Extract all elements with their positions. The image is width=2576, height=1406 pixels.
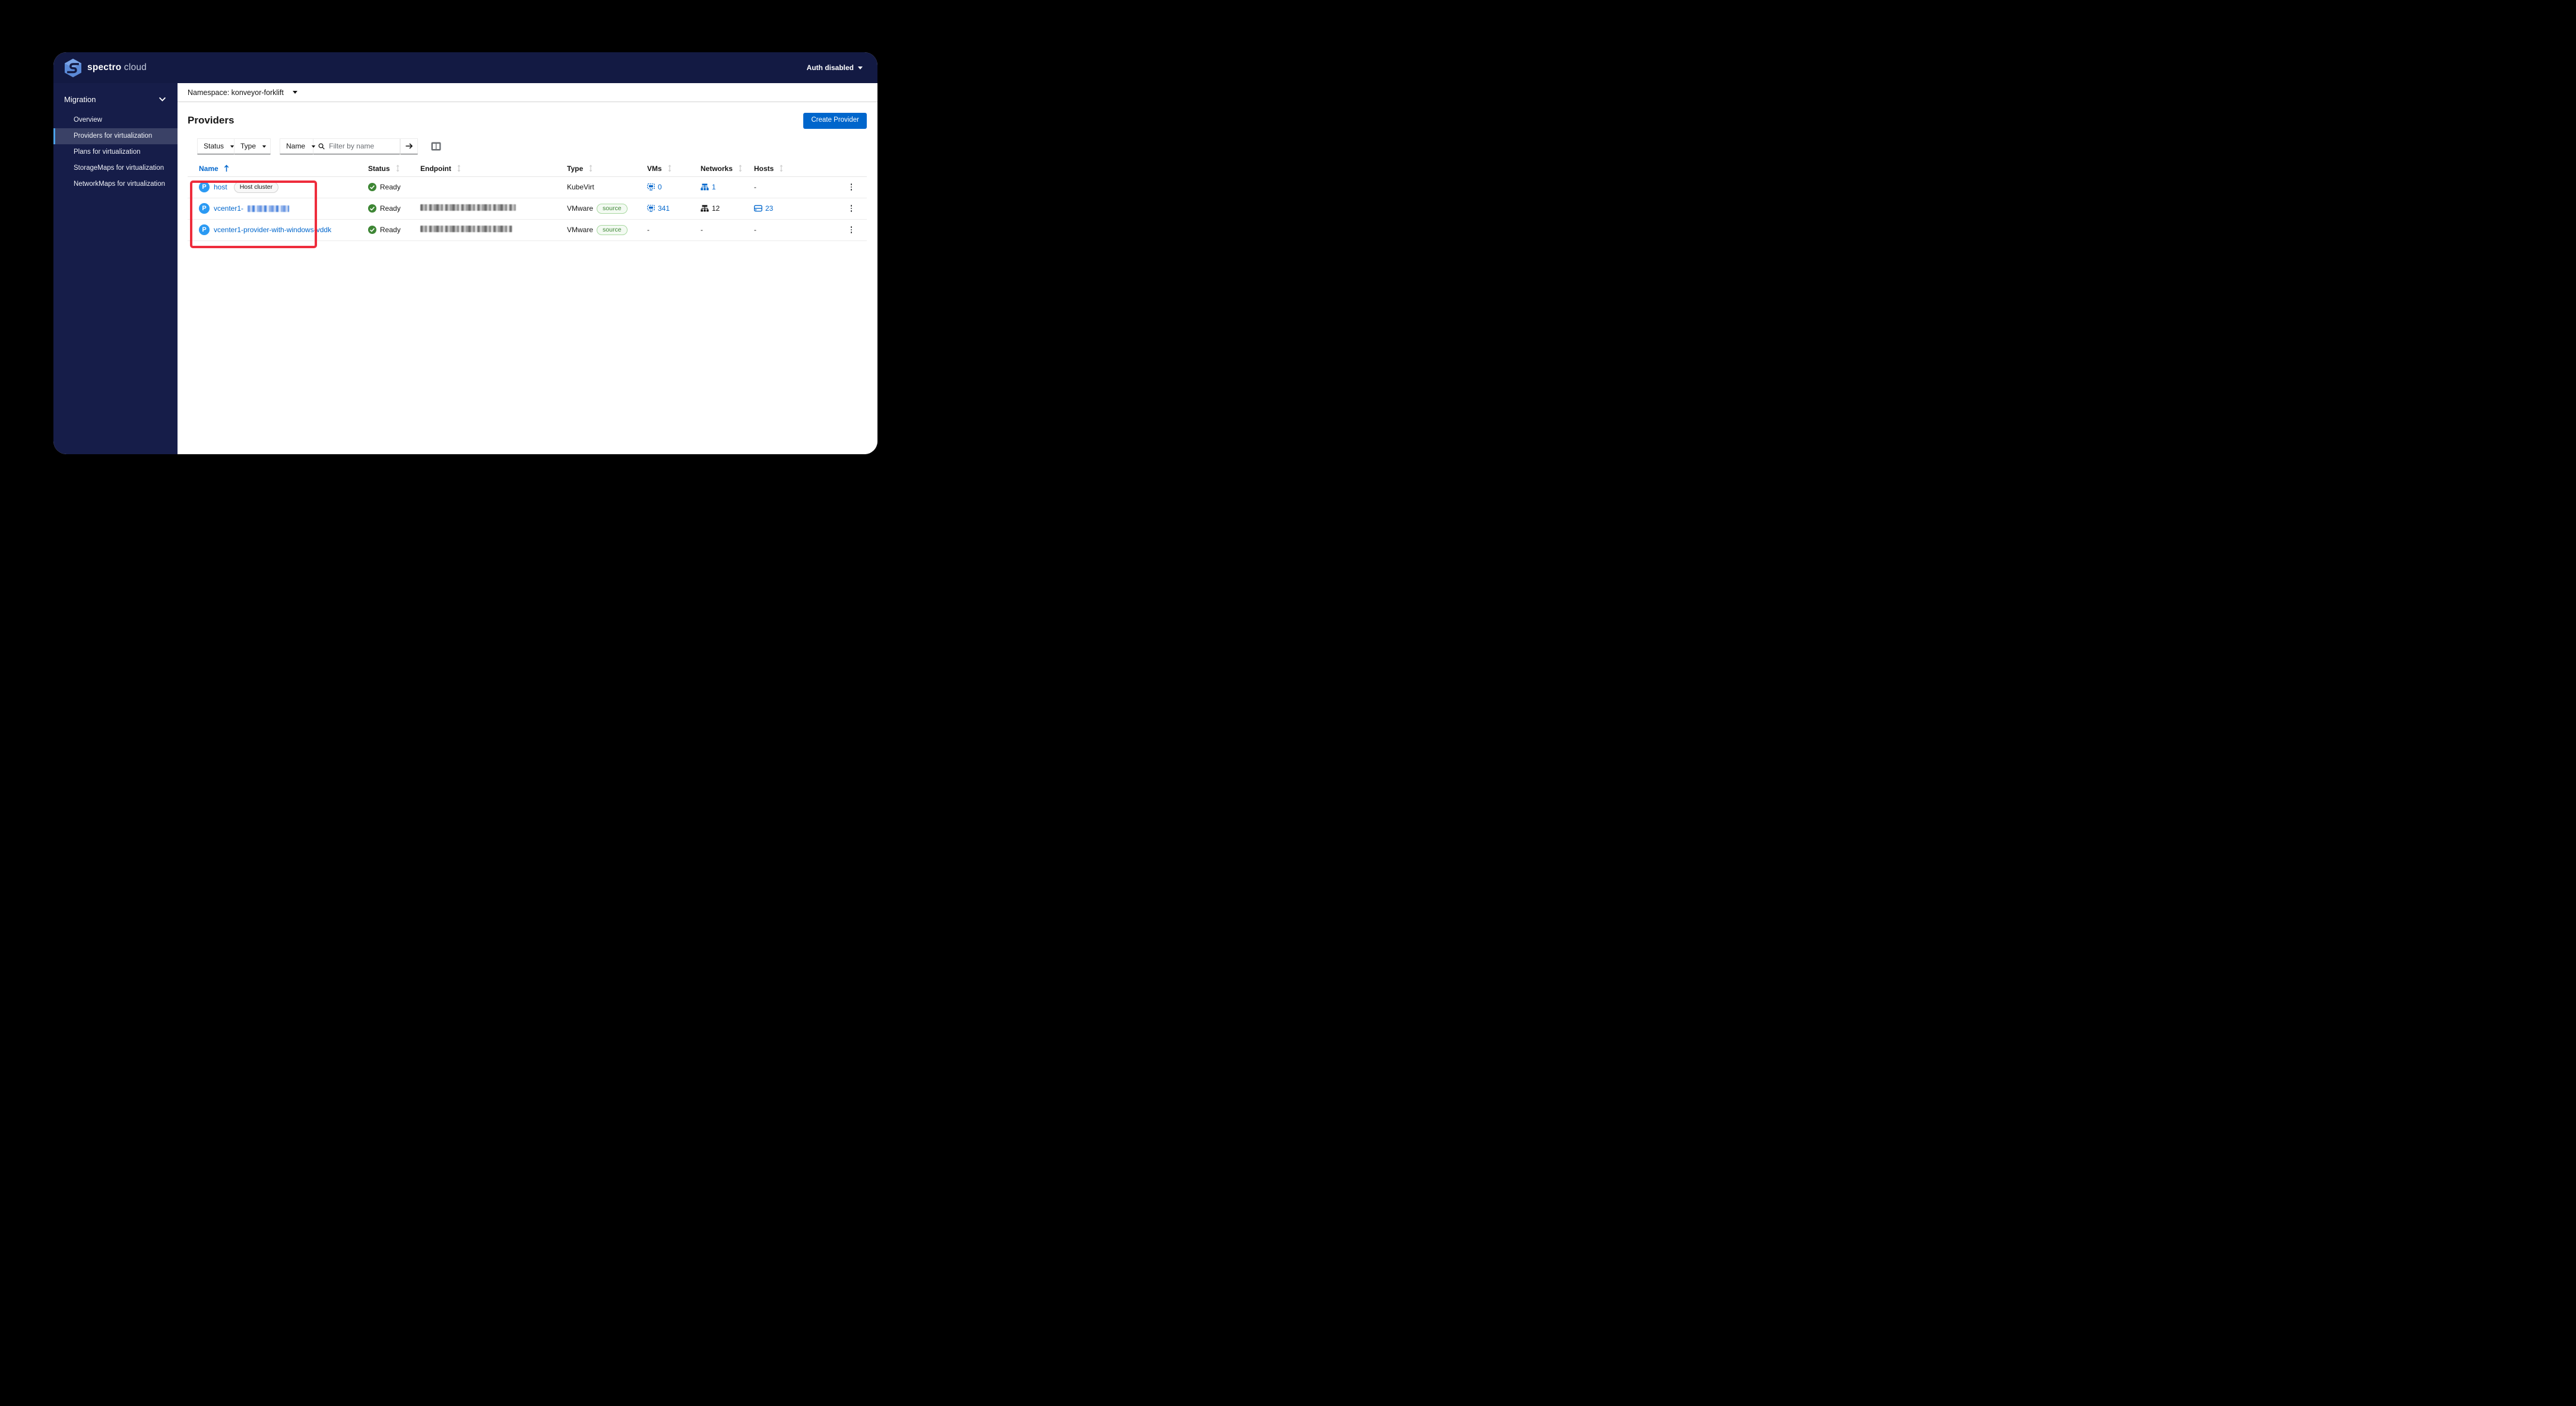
brand-logo: spectro cloud [64, 58, 147, 78]
provider-name-link[interactable]: vcenter1-provider-with-windows-vddk [214, 226, 331, 234]
check-circle-icon [368, 226, 376, 234]
hosts-count-link[interactable]: 23 [754, 204, 847, 213]
filter-toolbar: Status Type Name [197, 138, 877, 154]
status-cell: Ready [368, 204, 420, 213]
networks-count: 12 [701, 204, 754, 213]
sidebar-nav: Migration Overview Providers for virtual… [53, 83, 178, 454]
sidebar-item-plans[interactable]: Plans for virtualization [53, 144, 178, 160]
provider-icon: P [199, 224, 210, 235]
column-header-status[interactable]: Status [368, 164, 420, 173]
brand-name: spectro cloud [87, 62, 147, 72]
top-bar: spectro cloud Auth disabled [53, 52, 877, 83]
sort-both-icon [457, 164, 461, 172]
namespace-label: Namespace: konveyor-forklift [188, 88, 284, 97]
type-cell: KubeVirt [567, 183, 594, 191]
networks-cell: - [701, 226, 703, 234]
row-actions-kebab[interactable] [847, 226, 856, 234]
table-header-row: Name Status Endpoint Type VMs Networks H… [188, 164, 867, 177]
spectro-cloud-logo-icon [64, 58, 82, 77]
source-badge: source [597, 203, 628, 214]
redacted-endpoint-blur [420, 226, 512, 232]
vms-count-link[interactable]: 0 [647, 183, 701, 191]
sort-both-icon [668, 164, 671, 172]
sort-both-icon [780, 164, 783, 172]
type-filter-dropdown[interactable]: Type [235, 138, 271, 154]
networks-count-link[interactable]: 1 [701, 183, 754, 191]
column-header-networks[interactable]: Networks [701, 164, 754, 173]
manage-columns-button[interactable] [431, 142, 441, 151]
sort-both-icon [739, 164, 742, 172]
name-search-field [313, 138, 400, 154]
providers-table: Name Status Endpoint Type VMs Networks H… [188, 164, 867, 241]
name-filter-dropdown[interactable]: Name [280, 138, 316, 154]
app-window: spectro cloud Auth disabled Migration Ov… [53, 52, 877, 454]
virtual-machine-icon [647, 205, 655, 212]
chevron-down-icon [858, 66, 863, 72]
check-circle-icon [368, 204, 376, 213]
sidebar-item-storagemaps[interactable]: StorageMaps for virtualization [53, 160, 178, 176]
source-badge: source [597, 224, 628, 235]
sidebar-item-overview[interactable]: Overview [53, 112, 178, 128]
column-header-name[interactable]: Name [188, 164, 368, 173]
table-row: P vcenter1- Ready VMware source 341 12 2… [188, 198, 867, 220]
auth-label: Auth disabled [806, 64, 854, 72]
provider-icon: P [199, 203, 210, 214]
caret-down-icon [230, 145, 235, 149]
column-header-hosts[interactable]: Hosts [754, 164, 847, 173]
provider-name-link[interactable]: host [214, 183, 227, 191]
endpoint-cell [420, 226, 567, 234]
caret-down-icon [311, 145, 316, 149]
auth-menu[interactable]: Auth disabled [807, 64, 863, 72]
caret-down-icon [262, 145, 267, 149]
sidebar-group-migration[interactable]: Migration [53, 86, 178, 112]
search-icon [318, 142, 325, 150]
sort-both-icon [396, 164, 400, 172]
sort-both-icon [589, 164, 592, 172]
table-row: P vcenter1-provider-with-windows-vddk Re… [188, 220, 867, 241]
namespace-selector[interactable]: Namespace: konveyor-forklift [178, 83, 877, 102]
redacted-endpoint-blur [420, 204, 516, 211]
create-provider-button[interactable]: Create Provider [803, 113, 867, 129]
check-circle-icon [368, 183, 376, 191]
type-cell: VMware source [567, 224, 647, 235]
main-content: Namespace: konveyor-forklift Providers C… [178, 83, 877, 454]
column-header-type[interactable]: Type [567, 164, 647, 173]
page-title: Providers [188, 115, 235, 126]
status-filter-dropdown[interactable]: Status [197, 138, 235, 154]
row-actions-kebab[interactable] [847, 204, 856, 213]
type-cell: VMware source [567, 203, 647, 214]
arrow-right-icon [405, 143, 413, 149]
vms-cell: - [647, 226, 649, 234]
host-storage-icon [754, 205, 762, 212]
redacted-name-blur [248, 205, 290, 212]
network-icon [701, 183, 709, 191]
table-row: P host Host cluster Ready KubeVirt 0 1 - [188, 177, 867, 198]
host-cluster-badge: Host cluster [233, 181, 279, 193]
caret-down-icon [292, 90, 297, 96]
endpoint-cell [420, 204, 567, 213]
chevron-down-icon [159, 97, 166, 102]
search-input[interactable] [329, 142, 395, 150]
sort-ascending-icon [224, 164, 229, 172]
column-header-endpoint[interactable]: Endpoint [420, 164, 567, 173]
apply-filter-button[interactable] [400, 138, 418, 154]
hosts-cell: - [754, 183, 756, 191]
hosts-cell: - [754, 226, 756, 234]
row-actions-kebab[interactable] [847, 183, 856, 191]
provider-name-link[interactable]: vcenter1- [214, 204, 243, 213]
column-header-vms[interactable]: VMs [647, 164, 701, 173]
status-cell: Ready [368, 226, 420, 234]
sidebar-item-networkmaps[interactable]: NetworkMaps for virtualization [53, 176, 178, 192]
sidebar-item-providers[interactable]: Providers for virtualization [53, 128, 178, 144]
vms-count-link[interactable]: 341 [647, 204, 701, 213]
virtual-machine-icon [647, 183, 655, 191]
provider-icon: P [199, 182, 210, 192]
status-cell: Ready [368, 183, 420, 191]
columns-icon [431, 142, 441, 150]
network-icon [701, 205, 709, 212]
